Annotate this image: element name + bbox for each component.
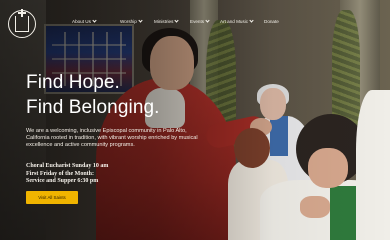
nav-item-label: Art and Music <box>220 19 249 24</box>
nav-item-label: About Us <box>72 19 91 24</box>
nav-item-worship[interactable]: Worship <box>120 18 154 24</box>
chevron-down-icon <box>138 18 143 23</box>
church-icon <box>15 9 29 32</box>
visit-button[interactable]: Visit All Saints <box>26 191 78 204</box>
chevron-down-icon <box>92 18 97 23</box>
nav-item-events[interactable]: Events <box>190 18 220 24</box>
nav-item-about-us[interactable]: About Us <box>72 18 120 24</box>
schedule-line: Choral Eucharist Sunday 10 am <box>26 163 109 169</box>
church-logo[interactable] <box>8 9 36 38</box>
headline-line: Find Belonging. <box>26 97 160 118</box>
nav-item-label: Events <box>190 19 205 24</box>
chevron-down-icon <box>205 18 210 23</box>
nav-item-label: Worship <box>120 19 137 24</box>
overlay-gradient <box>0 0 390 240</box>
chevron-down-icon <box>249 18 254 23</box>
chevron-down-icon <box>174 18 180 23</box>
schedule-line: First Friday of the Month: <box>26 170 94 177</box>
hero-section: About Us Worship Ministries Events Art a… <box>0 0 390 240</box>
schedule-line: Service and Supper 6:30 pm <box>26 178 99 185</box>
nav-item-label: Donate <box>264 19 279 24</box>
hero-headline: Find Hope. Find Belonging. <box>26 70 160 120</box>
headline-line: Find Hope. <box>26 72 120 93</box>
main-nav: About Us Worship Ministries Events Art a… <box>72 18 288 24</box>
nav-item-art-and-music[interactable]: Art and Music <box>220 18 264 24</box>
nav-item-donate[interactable]: Donate <box>264 19 288 24</box>
nav-item-label: Ministries <box>154 19 174 24</box>
hero-intro: We are a welcoming, inclusive Episcopal … <box>26 128 198 149</box>
nav-item-ministries[interactable]: Ministries <box>154 18 190 24</box>
service-schedule: Choral Eucharist Sunday 10 am First Frid… <box>26 163 176 186</box>
